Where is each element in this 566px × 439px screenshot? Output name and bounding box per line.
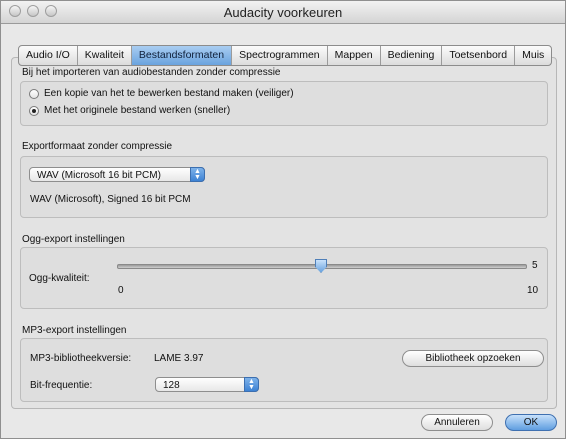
tab-kwaliteit[interactable]: Kwaliteit xyxy=(78,46,132,65)
mp3-section-title: MP3-export instellingen xyxy=(22,325,127,336)
find-library-button[interactable]: Bibliotheek opzoeken xyxy=(402,350,544,367)
mp3-bitrate-label: Bit-frequentie: xyxy=(30,380,93,391)
window-title: Audacity voorkeuren xyxy=(223,5,343,20)
ogg-quality-value: 5 xyxy=(532,260,538,271)
import-copy-label: Een kopie van het te bewerken bestand ma… xyxy=(44,88,294,99)
updown-arrows-icon: ▲ ▼ xyxy=(244,377,259,392)
tab-spectrogrammen[interactable]: Spectrogrammen xyxy=(232,46,328,65)
export-format-description: WAV (Microsoft), Signed 16 bit PCM xyxy=(30,194,191,205)
export-format-select[interactable]: WAV (Microsoft 16 bit PCM) ▲ ▼ xyxy=(29,167,205,182)
export-section-title: Exportformaat zonder compressie xyxy=(22,141,173,152)
mp3-library-version: LAME 3.97 xyxy=(154,353,204,364)
tab-panel: Bij het importeren van audiobestanden zo… xyxy=(11,57,557,409)
import-options-box: Een kopie van het te bewerken bestand ma… xyxy=(20,81,548,126)
ogg-quality-label: Ogg-kwaliteit: xyxy=(29,273,90,284)
mp3-library-label: MP3-bibliotheekversie: xyxy=(30,353,132,364)
tab-mappen[interactable]: Mappen xyxy=(328,46,381,65)
ok-button[interactable]: OK xyxy=(505,414,557,431)
import-section-title: Bij het importeren van audiobestanden zo… xyxy=(22,67,281,78)
preferences-tab-bar: Audio I/O Kwaliteit Bestandsformaten Spectr… xyxy=(18,45,553,66)
mp3-settings-box: MP3-bibliotheekversie: LAME 3.97 Bibliot… xyxy=(20,338,548,402)
export-format-value: WAV (Microsoft 16 bit PCM) xyxy=(37,170,161,181)
import-direct-label: Met het originele bestand werken (snelle… xyxy=(44,105,231,116)
updown-arrows-icon: ▲ ▼ xyxy=(190,167,205,182)
ogg-settings-box: Ogg-kwaliteit: 5 0 10 xyxy=(20,247,548,309)
import-copy-radio[interactable] xyxy=(29,88,39,99)
ogg-quality-max-label: 10 xyxy=(527,285,539,296)
ogg-quality-min-label: 0 xyxy=(118,285,124,296)
import-direct-radio[interactable] xyxy=(29,105,39,116)
window-content: Bij het importeren van audiobestanden zo… xyxy=(1,24,565,438)
tab-bestandsformaten[interactable]: Bestandsformaten xyxy=(131,46,233,65)
tab-bediening[interactable]: Bediening xyxy=(381,46,443,65)
title-bar: Audacity voorkeuren xyxy=(1,1,565,24)
mp3-bitrate-select[interactable]: 128 ▲ ▼ xyxy=(155,377,259,392)
ogg-section-title: Ogg-export instellingen xyxy=(22,234,125,245)
preferences-window: Audacity voorkeuren Bij het importeren v… xyxy=(0,0,566,439)
tab-muis[interactable]: Muis xyxy=(515,46,551,65)
import-copy-option[interactable]: Een kopie van het te bewerken bestand ma… xyxy=(29,88,294,99)
tab-toetsenbord[interactable]: Toetsenbord xyxy=(442,46,516,65)
import-direct-option[interactable]: Met het originele bestand werken (snelle… xyxy=(29,105,230,116)
tab-audio-i-o[interactable]: Audio I/O xyxy=(19,46,78,65)
cancel-button[interactable]: Annuleren xyxy=(421,414,493,431)
mp3-bitrate-value: 128 xyxy=(163,380,180,391)
ogg-quality-slider-thumb[interactable] xyxy=(315,259,327,273)
export-format-box: WAV (Microsoft 16 bit PCM) ▲ ▼ WAV (Micro… xyxy=(20,156,548,218)
